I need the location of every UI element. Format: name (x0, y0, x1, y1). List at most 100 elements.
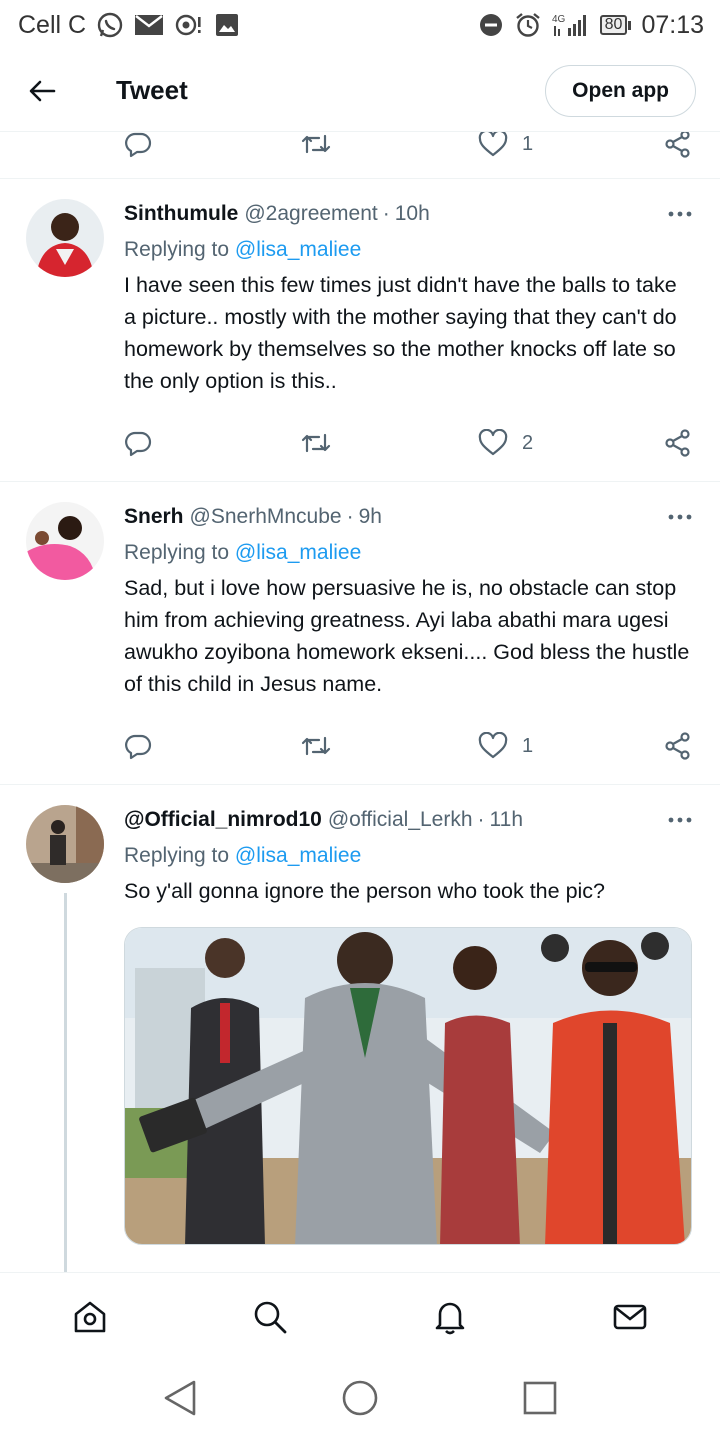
home-circle-icon (342, 1380, 378, 1416)
status-bar: Cell C 4G 80 07:13 (0, 0, 720, 50)
tweet[interactable]: Snerh @SnerhMncube · 9h Replying to @lis… (0, 481, 720, 772)
like-count: 1 (522, 132, 534, 155)
like-button[interactable]: 1 (478, 132, 533, 158)
author-handle[interactable]: @official_Lerkh (328, 808, 473, 832)
system-recents-button[interactable] (520, 1378, 560, 1418)
retweet-button[interactable] (300, 732, 346, 760)
more-options-button[interactable] (668, 508, 692, 526)
battery-icon: 80 (599, 15, 632, 35)
replying-prefix: Replying to (124, 541, 230, 564)
share-icon (665, 732, 690, 760)
tweet-actions: 2 (0, 417, 720, 469)
more-options-button[interactable] (668, 811, 692, 829)
replying-prefix: Replying to (124, 238, 230, 261)
system-home-button[interactable] (340, 1378, 380, 1418)
heart-icon (478, 732, 508, 759)
recents-icon (523, 1381, 557, 1415)
tweet-time[interactable]: 10h (395, 202, 430, 226)
tweet-time[interactable]: 9h (359, 505, 382, 529)
retweet-icon (301, 736, 331, 756)
signal-icon: 4G (552, 12, 590, 38)
back-button[interactable] (0, 50, 84, 132)
separator-dot: · (477, 808, 485, 831)
open-app-button[interactable]: Open app (545, 65, 696, 117)
battery-level: 80 (599, 15, 628, 35)
tweet-time[interactable]: 11h (490, 808, 523, 832)
share-button[interactable] (664, 429, 692, 457)
whatsapp-icon (96, 11, 124, 39)
tweet-text: So y'all gonna ignore the person who too… (124, 879, 606, 903)
heart-icon (478, 429, 508, 456)
avatar[interactable] (26, 502, 104, 580)
thread-line (64, 893, 67, 1272)
system-nav-bar (0, 1358, 720, 1440)
retweet-button[interactable] (300, 429, 346, 457)
tweet-text: I have seen this few times just didn't h… (124, 273, 677, 393)
notifications-tab[interactable] (430, 1297, 470, 1337)
share-icon (665, 132, 690, 158)
like-count: 2 (522, 431, 534, 454)
more-icon (668, 211, 692, 217)
heart-icon (478, 132, 508, 157)
notifications-icon (435, 1302, 465, 1335)
reply-button[interactable] (124, 732, 166, 760)
reply-button[interactable] (124, 132, 166, 158)
mention-link[interactable]: @lisa_maliee (235, 844, 361, 867)
tweet-feed[interactable]: 1 Sinthumule @2agreement · 10h Replying … (0, 132, 720, 1272)
avatar[interactable] (26, 199, 104, 277)
author-name[interactable]: Sinthumule (124, 202, 238, 226)
avatar[interactable] (26, 805, 104, 883)
mail-icon (134, 13, 164, 37)
alarm-icon (514, 11, 542, 39)
messages-tab[interactable] (610, 1297, 650, 1337)
reply-icon (125, 431, 152, 457)
share-icon (665, 429, 690, 457)
more-icon (668, 514, 692, 520)
mention-link[interactable]: @lisa_maliee (235, 541, 361, 564)
carrier-label: Cell C (18, 10, 87, 39)
back-icon (164, 1380, 196, 1416)
tweet-actions: 1 (0, 720, 720, 772)
top-app-bar: Tweet Open app (0, 50, 720, 132)
svg-text:4G: 4G (552, 14, 566, 25)
page-title: Tweet (116, 75, 188, 105)
reply-button[interactable] (124, 429, 166, 457)
dnd-icon (478, 12, 504, 38)
author-handle[interactable]: @2agreement (244, 202, 377, 226)
search-icon (254, 1301, 287, 1334)
separator-dot: · (382, 202, 390, 225)
home-tab[interactable] (70, 1297, 110, 1337)
reply-icon (125, 734, 152, 760)
tweet-actions: 1 10 (0, 1263, 720, 1272)
tweet-photo[interactable] (124, 927, 692, 1245)
tweet-actions: 1 (0, 132, 720, 178)
retweet-icon (301, 433, 331, 453)
arrow-left-icon (29, 80, 56, 101)
mention-link[interactable]: @lisa_maliee (235, 238, 361, 261)
author-handle[interactable]: @SnerhMncube (190, 505, 342, 529)
retweet-icon (301, 134, 331, 154)
gallery-icon (214, 12, 240, 38)
home-icon (74, 1301, 106, 1333)
hotspot-icon (174, 12, 204, 38)
replying-to: Replying to @lisa_maliee (124, 536, 692, 570)
system-back-button[interactable] (160, 1378, 200, 1418)
separator-dot: · (346, 505, 354, 528)
more-options-button[interactable] (668, 205, 692, 223)
replying-to: Replying to @lisa_maliee (124, 233, 692, 267)
tweet[interactable]: @Official_nimrod10 @official_Lerkh · 11h… (0, 784, 720, 1272)
share-button[interactable] (664, 132, 692, 158)
more-icon (668, 817, 692, 823)
tweet[interactable]: Sinthumule @2agreement · 10h Replying to… (0, 178, 720, 469)
like-button[interactable]: 2 (478, 429, 533, 457)
reply-icon (125, 132, 152, 158)
bottom-nav (0, 1272, 720, 1358)
search-tab[interactable] (250, 1297, 290, 1337)
author-name[interactable]: @Official_nimrod10 (124, 808, 322, 832)
share-button[interactable] (664, 732, 692, 760)
retweet-button[interactable] (300, 132, 346, 158)
author-name[interactable]: Snerh (124, 505, 184, 529)
replying-prefix: Replying to (124, 844, 230, 867)
like-button[interactable]: 1 (478, 732, 533, 760)
clock: 07:13 (641, 10, 704, 39)
